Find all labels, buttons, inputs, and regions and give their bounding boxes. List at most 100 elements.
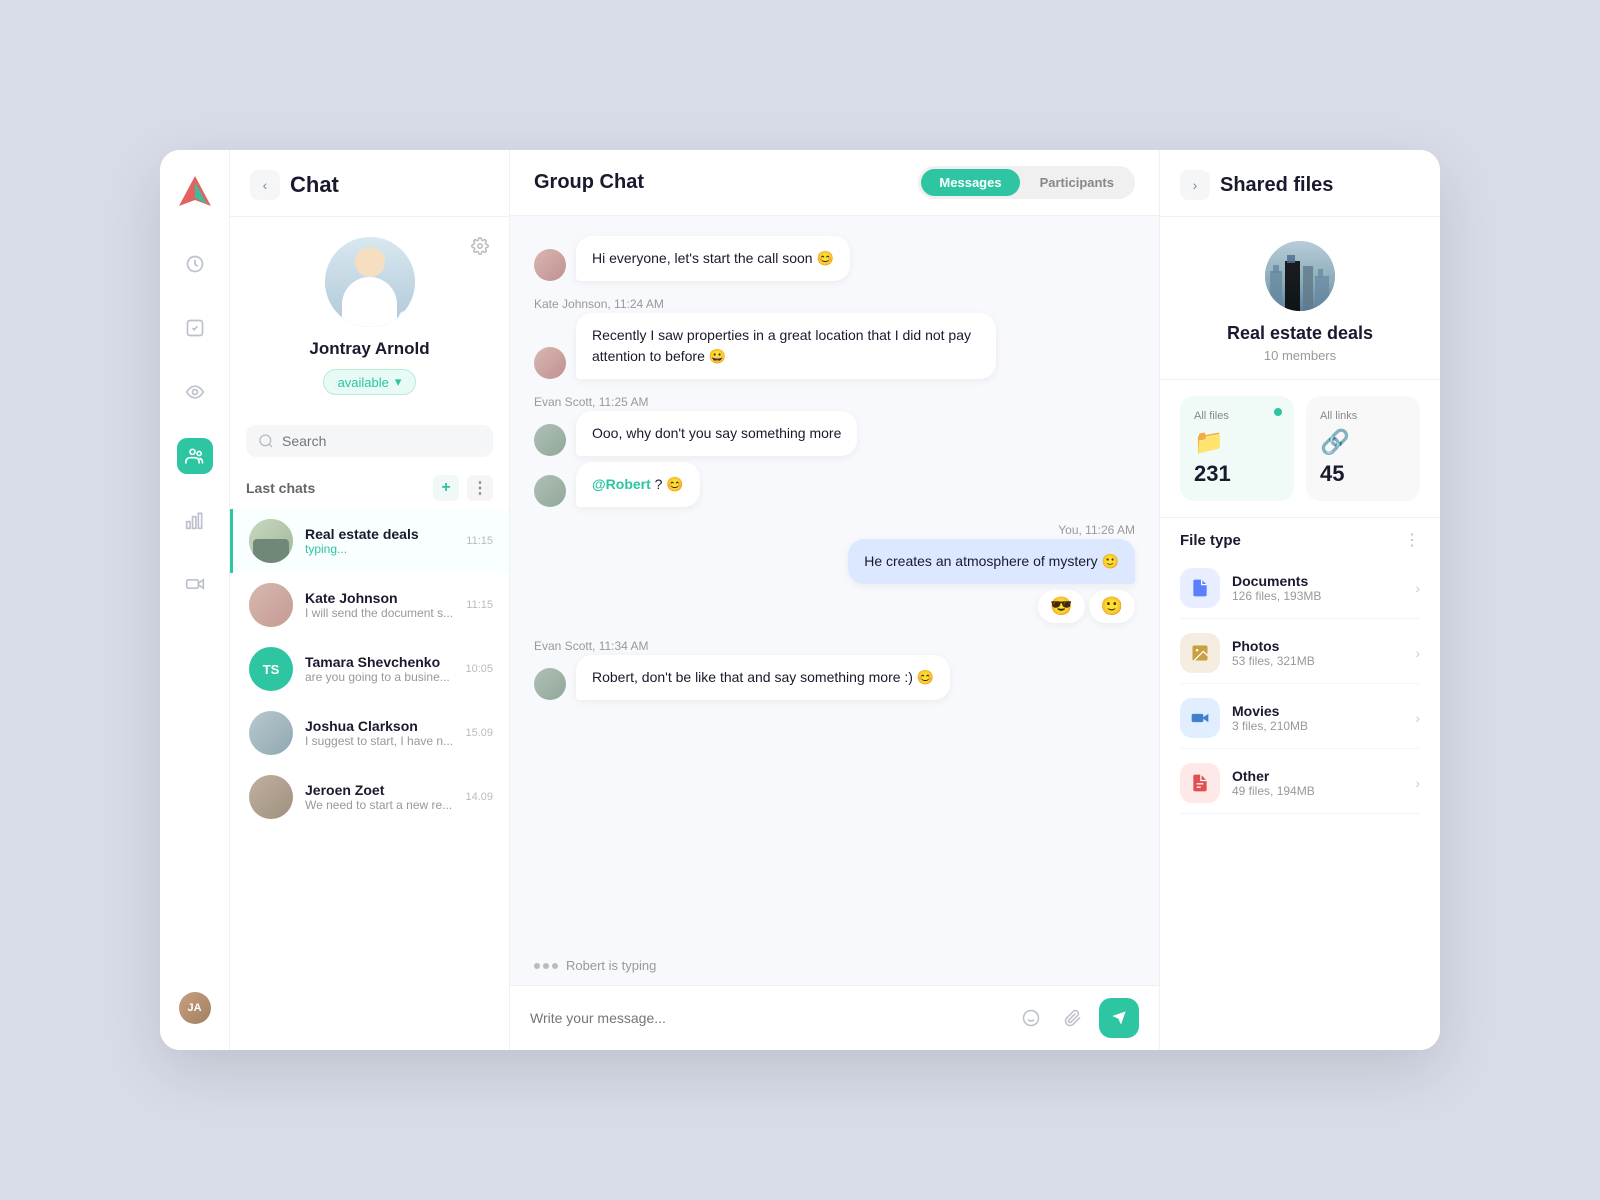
message-bubble: Recently I saw properties in a great loc… — [576, 313, 996, 379]
message-sender-label: Evan Scott, 11:34 AM — [534, 639, 1135, 653]
nav-user-avatar[interactable]: JA — [177, 990, 213, 1026]
movies-icon — [1180, 698, 1220, 738]
file-type-meta: 49 files, 194MB — [1232, 784, 1403, 798]
expand-button[interactable]: › — [1180, 170, 1210, 200]
chat-avatar-joshua — [249, 711, 293, 755]
online-dot — [1274, 408, 1282, 416]
chat-preview: typing... — [305, 542, 454, 556]
file-type-photos[interactable]: Photos 53 files, 321MB › — [1180, 623, 1420, 684]
chat-item[interactable]: Jeroen Zoet We need to start a new re...… — [230, 765, 509, 829]
file-type-meta: 126 files, 193MB — [1232, 589, 1403, 603]
add-chat-button[interactable]: + — [433, 475, 459, 501]
chat-name: Tamara Shevchenko — [305, 654, 453, 670]
group-name: Real estate deals — [1227, 323, 1373, 344]
search-input[interactable] — [282, 433, 481, 449]
tab-participants[interactable]: Participants — [1022, 169, 1132, 196]
app-container: JA ‹ Chat Jontray Arno — [160, 150, 1440, 1050]
chat-item[interactable]: Real estate deals typing... 11:15 — [230, 509, 509, 573]
message-avatar — [534, 475, 566, 507]
search-icon — [258, 433, 274, 449]
typing-label: Robert is typing — [566, 958, 656, 973]
sidebar: ‹ Chat Jontray Arnold available — [230, 150, 510, 1050]
chat-item[interactable]: Joshua Clarkson I suggest to start, I ha… — [230, 701, 509, 765]
file-type-documents[interactable]: Documents 126 files, 193MB › — [1180, 558, 1420, 619]
sidebar-header: ‹ Chat — [230, 170, 509, 217]
file-type-other[interactable]: Other 49 files, 194MB › — [1180, 753, 1420, 814]
chat-info: Tamara Shevchenko are you going to a bus… — [305, 654, 453, 684]
nav-contacts[interactable] — [177, 438, 213, 474]
chat-item[interactable]: Kate Johnson I will send the document s.… — [230, 573, 509, 637]
chat-avatar-real-estate — [249, 519, 293, 563]
chat-info: Jeroen Zoet We need to start a new re... — [305, 782, 453, 812]
nav-visibility[interactable] — [177, 374, 213, 410]
chat-list: Real estate deals typing... 11:15 Kate J… — [230, 509, 509, 1030]
file-type-header: File type ⋮ — [1160, 518, 1440, 558]
stat-label: All files — [1194, 410, 1280, 422]
emoji-bubble: 🙂 — [1089, 590, 1135, 623]
send-button[interactable] — [1099, 998, 1139, 1038]
typing-dot — [552, 963, 558, 969]
nav-video[interactable] — [177, 566, 213, 602]
chat-preview: are you going to a busine... — [305, 670, 453, 684]
message-sender-label: Kate Johnson, 11:24 AM — [534, 297, 1135, 311]
chevron-right-icon: › — [1415, 580, 1420, 596]
chevron-right-icon: › — [1415, 710, 1420, 726]
file-type-more[interactable]: ⋮ — [1404, 530, 1420, 550]
attachment-button[interactable] — [1057, 1002, 1089, 1034]
app-logo — [177, 174, 213, 210]
file-type-list: Documents 126 files, 193MB › Photos 53 f… — [1160, 558, 1440, 1030]
tab-messages[interactable]: Messages — [921, 169, 1019, 196]
emoji-button[interactable] — [1015, 1002, 1047, 1034]
chat-name: Real estate deals — [305, 526, 454, 542]
nav-history[interactable] — [177, 246, 213, 282]
settings-icon[interactable] — [471, 237, 489, 260]
chat-time: 14.09 — [465, 791, 493, 803]
status-badge[interactable]: available ▾ — [323, 369, 417, 395]
right-panel: › Shared files Real e — [1160, 150, 1440, 1050]
file-stats: All files 📁 231 All links 🔗 45 — [1160, 380, 1440, 518]
file-type-info: Documents 126 files, 193MB — [1232, 573, 1403, 603]
chevron-right-icon: › — [1415, 775, 1420, 791]
message-row: Robert, don't be like that and say somet… — [534, 655, 1135, 700]
message-avatar — [534, 249, 566, 281]
file-type-label: File type — [1180, 532, 1241, 549]
chat-item[interactable]: TS Tamara Shevchenko are you going to a … — [230, 637, 509, 701]
group-info: Real estate deals 10 members — [1160, 217, 1440, 380]
chat-name: Jeroen Zoet — [305, 782, 453, 798]
nav-tasks[interactable] — [177, 310, 213, 346]
chat-info: Joshua Clarkson I suggest to start, I ha… — [305, 718, 453, 748]
chat-tabs: Messages Participants — [918, 166, 1135, 199]
message-group: Kate Johnson, 11:24 AM Recently I saw pr… — [534, 297, 1135, 379]
all-links-card[interactable]: All links 🔗 45 — [1306, 396, 1420, 501]
more-chats-button[interactable]: ⋮ — [467, 475, 493, 501]
message-row-sent: He creates an atmosphere of mystery 🙂 — [534, 539, 1135, 584]
file-type-movies[interactable]: Movies 3 files, 210MB › — [1180, 688, 1420, 749]
chevron-right-icon: › — [1415, 645, 1420, 661]
chat-info: Kate Johnson I will send the document s.… — [305, 590, 454, 620]
message-avatar — [534, 347, 566, 379]
stat-label: All links — [1320, 410, 1406, 422]
nav-analytics[interactable] — [177, 502, 213, 538]
typing-dots — [534, 963, 558, 969]
nav-bottom: JA — [177, 990, 213, 1026]
message-bubble: Hi everyone, let's start the call soon 😊 — [576, 236, 850, 281]
status-arrow: ▾ — [395, 374, 402, 390]
documents-icon — [1180, 568, 1220, 608]
profile-name: Jontray Arnold — [309, 339, 429, 359]
message-bubble: Ooo, why don't you say something more — [576, 411, 857, 456]
message-bubble-sent: He creates an atmosphere of mystery 🙂 — [848, 539, 1135, 584]
message-bubble-mention: @Robert ? 😊 — [576, 462, 700, 507]
chat-avatar-jeroen — [249, 775, 293, 819]
chat-preview: We need to start a new re... — [305, 798, 453, 812]
chat-time: 15.09 — [465, 727, 493, 739]
message-input[interactable] — [530, 1010, 1005, 1026]
status-label: available — [338, 375, 389, 390]
message-row: Ooo, why don't you say something more — [534, 411, 1135, 456]
back-button[interactable]: ‹ — [250, 170, 280, 200]
message-input-area — [510, 985, 1159, 1050]
chat-time: 11:15 — [466, 535, 493, 547]
all-files-card[interactable]: All files 📁 231 — [1180, 396, 1294, 501]
files-count: 231 — [1194, 461, 1280, 487]
file-type-info: Other 49 files, 194MB — [1232, 768, 1403, 798]
message-group: Evan Scott, 11:34 AM Robert, don't be li… — [534, 639, 1135, 700]
